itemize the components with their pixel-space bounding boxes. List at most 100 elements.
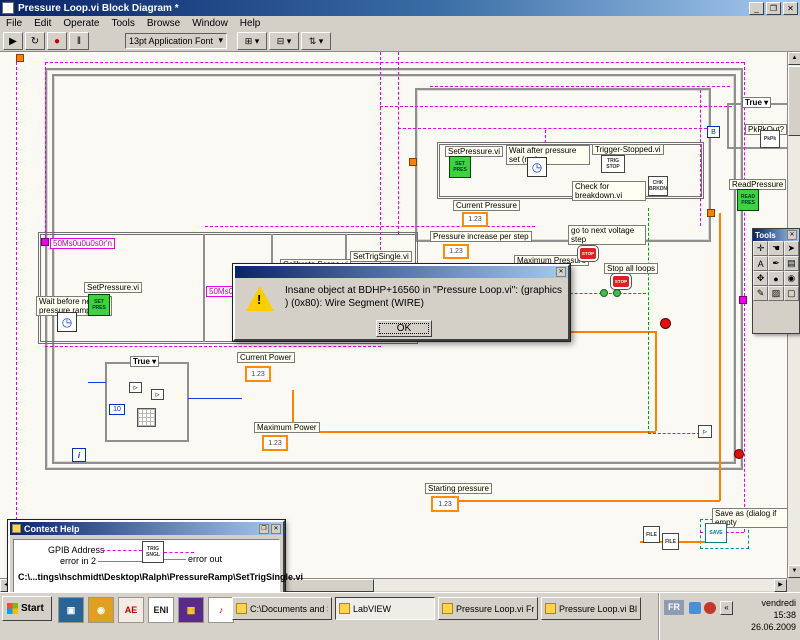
scroll-down-icon[interactable]: ▼ [788,565,800,578]
wire [430,86,730,87]
probe-tool[interactable]: ◉ [783,271,799,286]
tray-expand-icon[interactable]: « [720,601,733,615]
pressure-increase-label: Pressure increase per step [430,231,532,242]
font-selector[interactable]: 13pt Application Font ▾ [125,32,227,49]
operate-value-tool[interactable]: ☚ [768,241,784,256]
tunnel[interactable] [409,158,417,166]
pkpk-node-icon[interactable]: PkPk [760,130,780,148]
run-continuous-button[interactable]: ↻ [25,32,45,51]
reorder-button[interactable]: ⇅ ▾ [301,32,331,51]
tunnel[interactable] [41,238,49,246]
tunnel[interactable] [739,296,747,304]
menu-file[interactable]: File [0,18,28,29]
tools-palette-titlebar[interactable]: Tools ✕ [753,229,799,241]
operator-node[interactable]: ▷ [151,389,164,400]
context-help-titlebar[interactable]: Context Help ❐ ✕ [10,522,283,535]
align-objects-button[interactable]: ⊞ ▾ [237,32,267,51]
close-icon[interactable]: ✕ [556,267,566,277]
taskbar-button[interactable]: C:\Documents and Settin... [232,597,332,620]
minimize-button[interactable]: _ [749,1,764,15]
taskbar-button[interactable]: LabVIEW [335,597,435,620]
maximize-icon[interactable]: ❐ [259,523,269,534]
wait-ms-icon[interactable]: ◷ [527,157,547,177]
taskbar-button[interactable]: Pressure Loop.vi Block Di... [541,597,641,620]
menu-edit[interactable]: Edit [28,18,57,29]
scroll-tool[interactable]: ✥ [753,271,769,286]
color-copy-tool[interactable]: ✎ [753,286,769,301]
shortcut-menu-tool[interactable]: ▤ [783,256,799,271]
stop-all-loops-terminal[interactable]: STOP [610,273,632,290]
run-button[interactable]: ▶ [3,32,23,51]
menu-window[interactable]: Window [186,18,234,29]
setpressure-vi-icon[interactable]: SET PRES [449,156,471,178]
start-button[interactable]: Start [2,596,52,621]
boolean-constant[interactable]: B [707,126,720,138]
maximum-power-indicator[interactable]: 1.23 [262,435,288,451]
round-led[interactable] [660,318,671,329]
operator-node[interactable]: ▷ [129,382,142,393]
current-power-indicator[interactable]: 1.23 [245,366,271,382]
iteration-terminal[interactable]: i [72,448,86,462]
comparison-node[interactable]: ▷ [698,425,712,438]
auto-tool-select[interactable]: ✛ [753,241,769,256]
pressure-increase-indicator[interactable]: 1.23 [443,244,469,259]
scroll-up-icon[interactable]: ▲ [788,52,800,65]
task-label: Pressure Loop.vi Block Di... [559,603,637,614]
array-node-icon[interactable] [137,408,156,427]
stop-button-terminal[interactable]: STOP [577,245,599,262]
edit-text-tool[interactable]: A [753,256,769,271]
boolean-node[interactable] [613,289,621,297]
tray-icon[interactable] [689,602,701,614]
app-icon-grid[interactable]: ▦ [178,597,204,623]
close-icon[interactable]: ✕ [271,523,281,534]
tunnel[interactable] [16,54,24,62]
numeric-constant[interactable]: 10 [109,404,125,415]
app-icon-audio[interactable]: ♪ [208,597,234,623]
setpressure-vi-icon[interactable]: SET PRES [88,294,110,316]
wire [45,62,744,63]
distribute-objects-button[interactable]: ⊟ ▾ [269,32,299,51]
color-tool[interactable]: ▨ [768,286,784,301]
app-icon-gold[interactable]: ◉ [88,597,114,623]
menu-operate[interactable]: Operate [57,18,105,29]
tunnel[interactable] [707,209,715,217]
wire [45,346,381,347]
file-path-node[interactable]: FILE [662,533,679,550]
wire-tool[interactable]: ✒ [768,256,784,271]
select-tool[interactable]: ▢ [783,286,799,301]
app-icon-eni[interactable]: ENI [148,597,174,623]
app-icon-ae[interactable]: AE [118,597,144,623]
language-indicator[interactable]: FR [664,600,684,615]
ok-button[interactable]: OK [376,320,432,337]
breakpoint-tool[interactable]: ● [768,271,784,286]
error-dialog-titlebar[interactable]: ✕ [235,266,568,278]
menu-help[interactable]: Help [234,18,267,29]
pause-button[interactable]: ‖ [69,32,89,51]
wait-ms-icon[interactable]: ◷ [57,312,77,332]
boolean-node[interactable] [600,289,608,297]
scroll-right-icon[interactable]: ▶ [774,579,787,592]
starting-pressure-control[interactable]: 1.23 [431,496,459,512]
close-icon[interactable]: ✕ [787,230,797,240]
loop-condition-terminal[interactable] [734,449,744,459]
abort-button[interactable]: ● [47,32,67,51]
tray-icon[interactable] [704,602,716,614]
readpressure-vi-icon[interactable]: READ PRES [737,189,759,211]
wire [398,128,712,129]
tools-grid: ✛ ☚ ➤ A ✒ ▤ ✥ ● ◉ ✎ ▨ ▢ [753,241,799,301]
trigger-stopped-vi-icon[interactable]: TRIG STOP [601,155,625,173]
close-button[interactable]: ✕ [783,1,798,15]
vertical-scroll-thumb[interactable] [788,66,800,136]
current-pressure-indicator[interactable]: 1.23 [462,212,488,227]
menu-browse[interactable]: Browse [141,18,186,29]
save-vi-icon[interactable]: SAVE [705,523,727,543]
check-breakdown-vi-icon[interactable]: CHK BRKDN [648,176,668,196]
show-desktop-icon[interactable]: ▣ [58,597,84,623]
tray-clock[interactable]: vendredi 15:38 26.06.2009 [751,597,796,633]
maximize-button[interactable]: ❐ [766,1,781,15]
taskbar-button[interactable]: Pressure Loop.vi Front P... [438,597,538,620]
title-bar[interactable]: Pressure Loop.vi Block Diagram * _ ❐ ✕ [0,0,800,16]
file-path-node[interactable]: FILE [643,526,660,543]
menu-tools[interactable]: Tools [106,18,141,29]
position-tool[interactable]: ➤ [783,241,799,256]
